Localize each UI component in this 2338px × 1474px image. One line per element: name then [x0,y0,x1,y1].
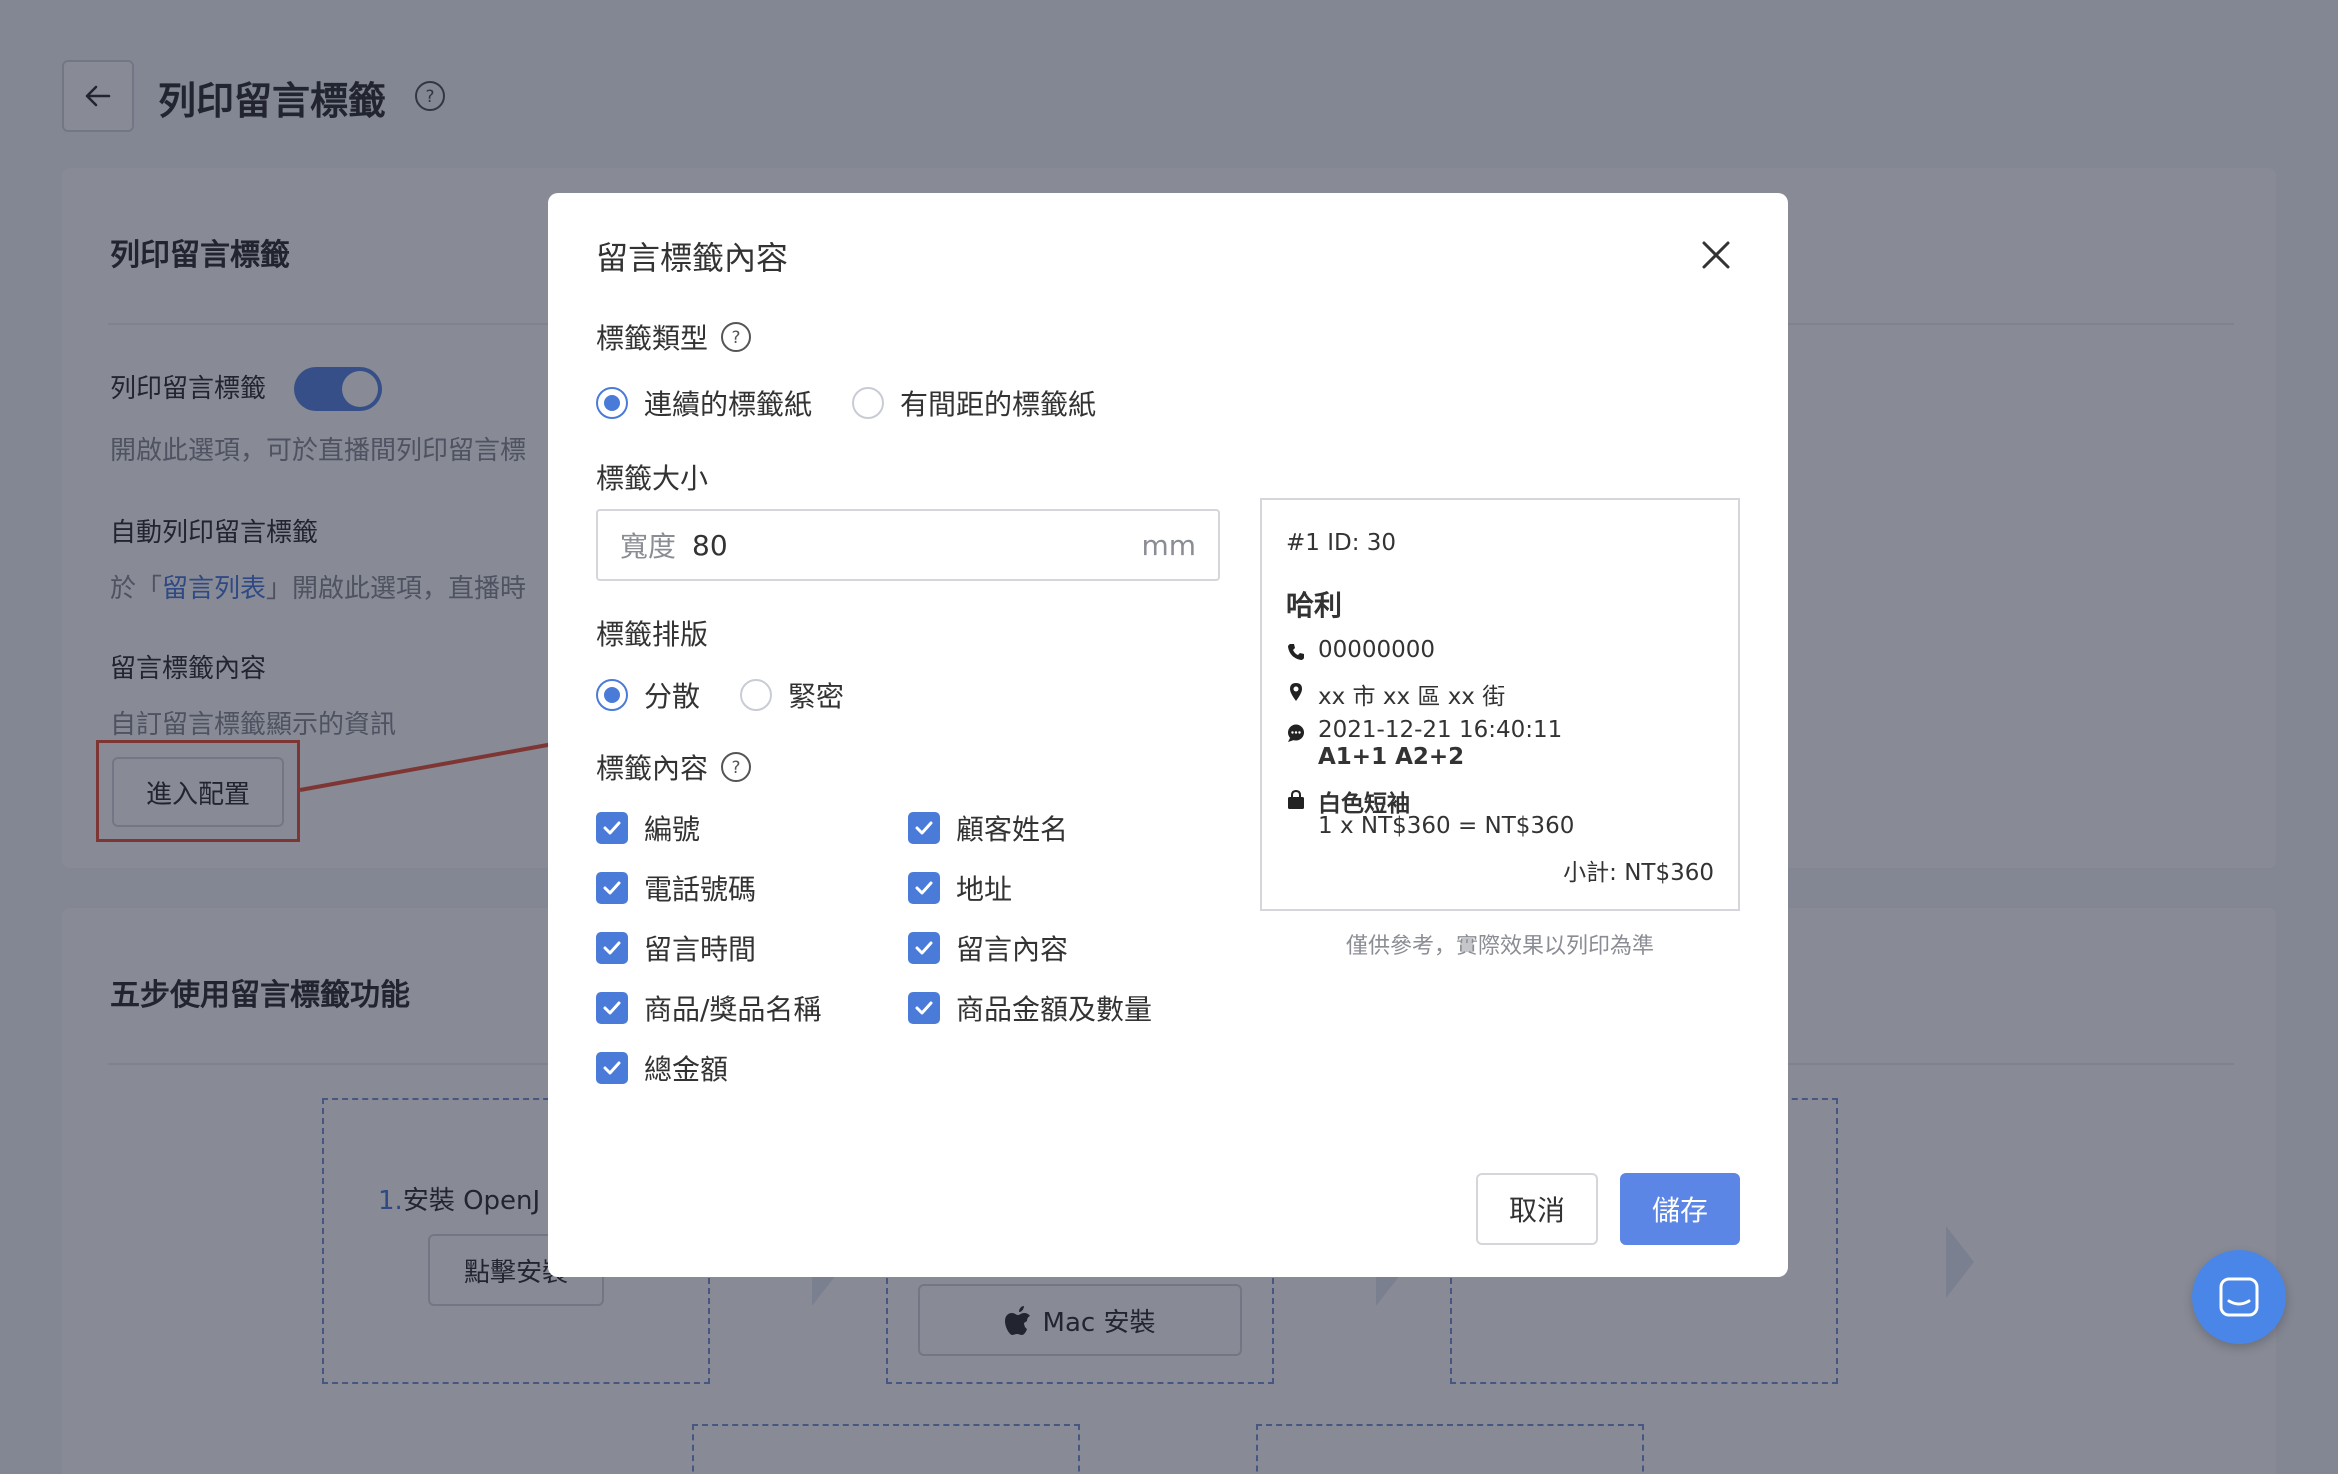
radio-circle-checked [596,679,628,711]
checkbox-customer-name[interactable]: 顧客姓名 [908,808,1068,848]
preview-address: xx 市 xx 區 xx 街 [1318,684,1506,710]
chat-button[interactable] [2192,1250,2286,1344]
preview-note: 僅供參考，實際效果以列印為準 [1345,934,1654,959]
cancel-button[interactable]: 取消 [1476,1173,1598,1245]
close-icon[interactable] [1698,237,1734,273]
label-preview: #1 ID: 30 哈利 00000000 xx 市 xx 區 xx 街 202… [1260,498,1740,911]
checkbox-total-amount[interactable]: 總金額 [596,1048,728,1088]
preview-header: #1 ID: 30 [1286,530,1397,556]
label-type-radio-group: 連續的標籤紙 有間距的標籤紙 [596,383,1136,423]
svg-text:?: ? [732,328,741,348]
preview-name: 哈利 [1286,589,1343,622]
phone-icon [1288,644,1304,660]
label-layout-radio-group: 分散 緊密 [596,675,884,715]
checkbox-comment-time[interactable]: 留言時間 [596,928,756,968]
checkbox-product-amount[interactable]: 商品金額及數量 [908,988,1152,1028]
label-layout-title: 標籤排版 [596,618,709,651]
label-content-title: 標籤內容 [596,752,709,785]
radio-continuous[interactable]: 連續的標籤紙 [596,383,812,423]
label-size-title: 標籤大小 [596,462,709,495]
check-icon [908,812,940,844]
radio-spaced[interactable]: 有間距的標籤紙 [852,383,1096,423]
check-icon [596,932,628,964]
shopping-bag-icon [1288,790,1304,809]
check-icon [908,932,940,964]
check-icon [908,992,940,1024]
preview-phone: 00000000 [1318,637,1436,663]
checkbox-product-name[interactable]: 商品/獎品名稱 [596,988,821,1028]
width-value: 80 [692,528,728,562]
chat-icon [2219,1277,2259,1317]
checkbox-phone[interactable]: 電話號碼 [596,868,756,908]
check-icon [596,872,628,904]
modal-title: 留言標籤內容 [596,239,789,277]
save-button[interactable]: 儲存 [1620,1173,1740,1245]
label-content-section: 標籤內容 ? [596,747,752,787]
label-type-title: 標籤類型 [596,322,709,355]
radio-spread[interactable]: 分散 [596,675,700,715]
radio-compact[interactable]: 緊密 [740,675,844,715]
check-icon [908,872,940,904]
comment-icon [1288,724,1304,742]
check-icon [596,992,628,1024]
preview-subtotal: 小計: NT$360 [1563,860,1714,886]
svg-text:?: ? [732,758,741,778]
radio-circle [740,679,773,711]
check-icon [596,812,628,844]
help-icon[interactable]: ? [720,321,752,353]
checkbox-address[interactable]: 地址 [908,868,1012,908]
width-prefix: 寬度 [620,530,677,563]
checkbox-number[interactable]: 編號 [596,808,700,848]
check-icon [596,1052,628,1084]
preview-comment: A1+1 A2+2 [1318,744,1465,770]
width-unit: mm [1141,528,1196,562]
radio-circle-checked [596,387,628,419]
checkbox-comment-content[interactable]: 留言內容 [908,928,1068,968]
label-type-section: 標籤類型 ? [596,317,752,357]
help-icon[interactable]: ? [720,751,752,783]
label-content-modal: 留言標籤內容 標籤類型 ? 連續的標籤紙 有間距的標籤紙 標籤大小 寬度 80 … [548,193,1788,1277]
radio-circle [852,387,885,419]
width-input[interactable]: 寬度 80 mm [596,509,1220,581]
preview-price-line: 1 x NT$360 = NT$360 [1318,813,1575,839]
location-pin-icon [1290,683,1302,701]
preview-time: 2021-12-21 16:40:11 [1318,717,1563,743]
